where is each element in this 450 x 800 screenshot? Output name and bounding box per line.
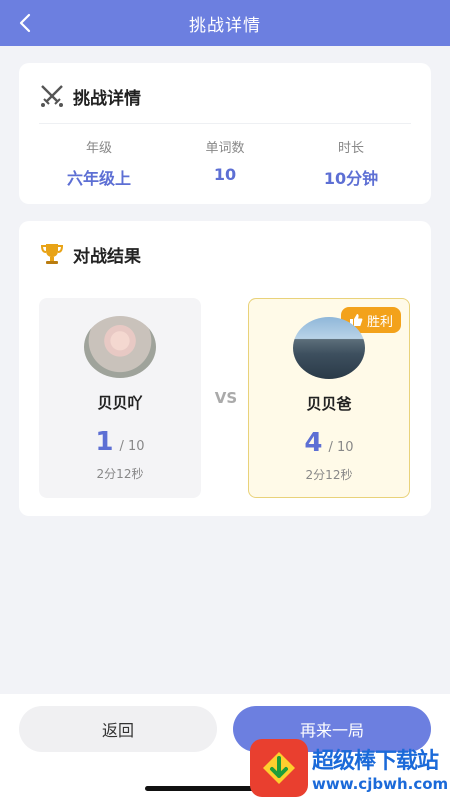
watermark-logo-icon [250,739,308,797]
vs-label: VS [214,389,238,407]
watermark: 超级棒下载站 www.cjbwh.com [250,736,450,800]
stat-word-count-label: 单词数 [205,141,245,156]
watermark-title: 超级棒下载站 [312,749,439,774]
player-card-left: 贝贝吖 1 / 10 2分12秒 [39,298,201,498]
crossed-swords-icon [41,85,63,107]
avatar [293,317,365,379]
score-total: / 10 [328,440,354,455]
back-button[interactable] [10,8,40,38]
stat-grade: 年级 六年级上 [39,139,159,189]
score-row: 1 / 10 [39,427,201,457]
watermark-url: www.cjbwh.com [312,775,449,793]
stat-duration: 时长 10分钟 [291,139,411,189]
details-card-header: 挑战详情 [39,83,141,109]
header-bar: 挑战详情 [0,0,450,46]
player-score: 4 [304,428,323,458]
page-title: 挑战详情 [189,15,261,36]
score-total: / 10 [119,439,145,454]
stat-duration-label: 时长 [337,141,364,156]
return-button[interactable]: 返回 [19,706,217,752]
watermark-text: 超级棒下载站 www.cjbwh.com [312,743,448,793]
player-time: 2分12秒 [96,467,144,481]
score-row: 4 / 10 [249,428,409,458]
stat-grade-value: 六年级上 [66,169,131,188]
avatar [84,316,156,378]
stat-word-count: 单词数 10 [165,139,285,189]
player-name: 贝贝吖 [97,394,143,412]
divider [39,123,411,124]
trophy-icon [40,244,64,264]
details-card-title: 挑战详情 [73,88,141,109]
result-card-title: 对战结果 [73,246,141,267]
challenge-details-card: 挑战详情 年级 六年级上 单词数 10 时长 10分钟 [19,63,431,204]
player-card-right: 胜利 贝贝爸 4 / 10 2分12秒 [248,298,410,498]
result-card-header: 对战结果 [39,241,141,267]
player-score: 1 [95,427,114,457]
win-badge-label: 胜利 [366,314,393,330]
player-time: 2分12秒 [305,468,353,482]
battle-result-card: 对战结果 贝贝吖 1 / 10 2分12秒 VS 胜利 贝贝爸 4 / 10 2… [19,221,431,516]
stats-row: 年级 六年级上 单词数 10 时长 10分钟 [39,139,411,189]
stat-grade-label: 年级 [85,141,112,156]
player-name: 贝贝爸 [306,395,352,413]
stat-word-count-value: 10 [213,165,237,184]
stat-duration-value: 10分钟 [323,169,379,188]
chevron-left-icon [19,13,31,33]
